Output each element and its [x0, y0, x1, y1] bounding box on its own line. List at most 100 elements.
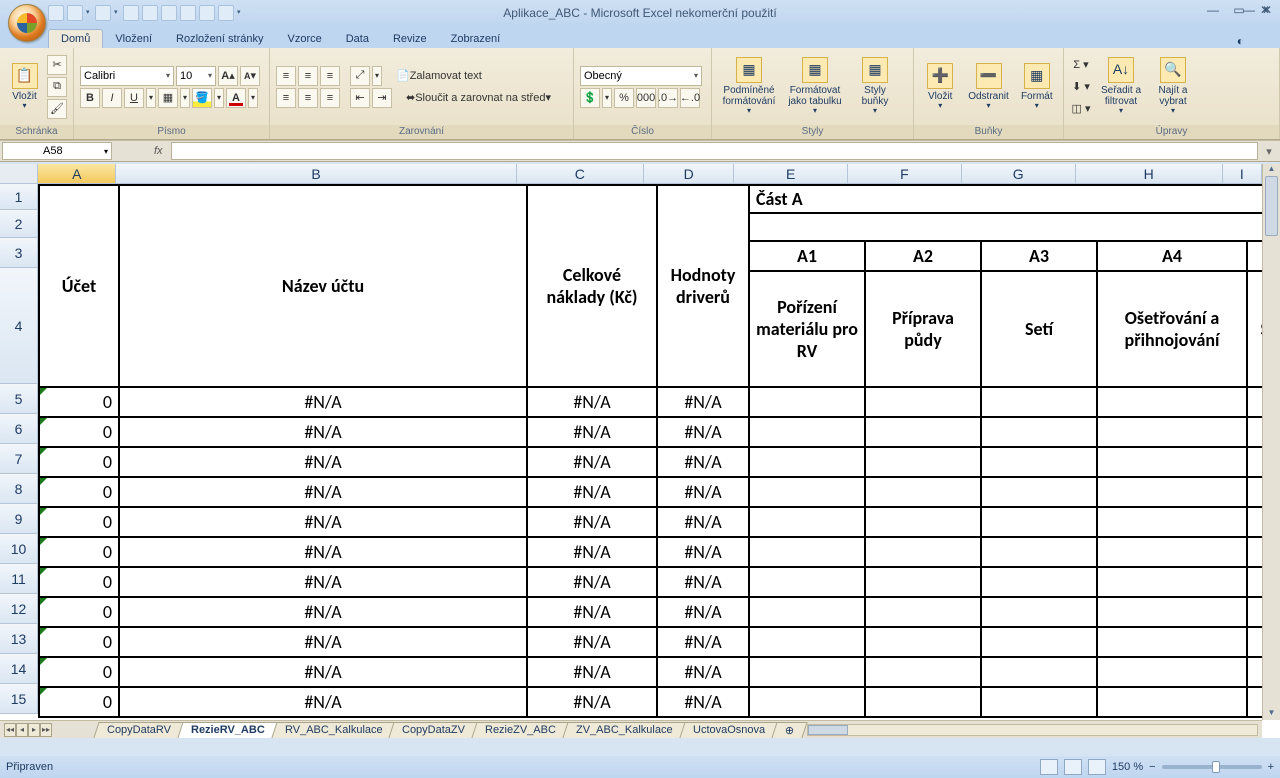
cut-icon[interactable]: ✂ [47, 55, 67, 75]
row-header-4[interactable]: 4 [0, 268, 38, 384]
cell[interactable]: Sl [1247, 271, 1262, 387]
cell[interactable] [1097, 657, 1247, 687]
column-header-A[interactable]: A [38, 164, 116, 184]
cell[interactable]: #N/A [119, 387, 527, 417]
align-center-icon[interactable]: ≡ [298, 88, 318, 108]
cell[interactable] [1247, 597, 1262, 627]
tab-vlozeni[interactable]: Vložení [103, 30, 164, 48]
row-header-1[interactable]: 1 [0, 184, 38, 210]
cell[interactable] [1097, 417, 1247, 447]
cell[interactable] [1097, 537, 1247, 567]
sheet-tab-ZV_ABC_Kalkulace[interactable]: ZV_ABC_Kalkulace [563, 722, 687, 738]
cell[interactable]: #N/A [119, 597, 527, 627]
border-drop[interactable]: ▾ [180, 88, 190, 108]
cell[interactable]: #N/A [527, 597, 657, 627]
cell[interactable] [749, 477, 865, 507]
cell[interactable] [1247, 567, 1262, 597]
cell[interactable] [981, 477, 1097, 507]
cell[interactable]: #N/A [527, 537, 657, 567]
cell[interactable]: #N/A [527, 477, 657, 507]
cell[interactable]: 0 [39, 417, 119, 447]
format-cells-button[interactable]: ▦Formát▾ [1017, 54, 1057, 120]
zoom-in-button[interactable]: + [1268, 761, 1274, 773]
cell[interactable] [1247, 507, 1262, 537]
workbook-close-button[interactable]: ✕ [1256, 2, 1278, 18]
cell[interactable]: #N/A [119, 537, 527, 567]
cell[interactable]: A3 [981, 241, 1097, 271]
cell[interactable]: #N/A [657, 447, 749, 477]
column-header-F[interactable]: F [848, 164, 962, 184]
tab-rozlozeni[interactable]: Rozložení stránky [164, 30, 275, 48]
cell[interactable]: #N/A [527, 687, 657, 717]
grow-font-icon[interactable]: A▴ [218, 66, 238, 86]
column-header-C[interactable]: C [517, 164, 645, 184]
cell[interactable]: #N/A [527, 417, 657, 447]
accounting-format-icon[interactable]: 💲 [580, 88, 600, 108]
cell[interactable] [865, 537, 981, 567]
bold-button[interactable]: B [80, 88, 100, 108]
cell[interactable] [981, 567, 1097, 597]
cell[interactable]: #N/A [119, 567, 527, 597]
cell[interactable]: Účet [39, 185, 119, 387]
sheet-tab-UctovaOsnova[interactable]: UctovaOsnova [679, 722, 778, 738]
cell[interactable] [865, 687, 981, 717]
cell[interactable] [749, 387, 865, 417]
sheet-nav-first[interactable]: ◂◂ [4, 723, 16, 737]
view-pagebreak-icon[interactable] [1088, 759, 1106, 775]
zoom-level[interactable]: 150 % [1112, 761, 1143, 773]
cell[interactable]: #N/A [119, 507, 527, 537]
sheet-tab-CopyDataZV[interactable]: CopyDataZV [389, 722, 479, 738]
cell[interactable]: Část A [749, 185, 1262, 213]
paste-button[interactable]: 📋 Vložit ▾ [6, 54, 43, 120]
row-header-15[interactable]: 15 [0, 684, 38, 714]
autosum-icon[interactable]: Σ ▾ [1070, 55, 1092, 75]
cell[interactable] [865, 597, 981, 627]
column-header-I[interactable]: I [1223, 164, 1262, 184]
tab-zobrazeni[interactable]: Zobrazení [439, 30, 513, 48]
cell[interactable]: A4 [1097, 241, 1247, 271]
cell[interactable]: #N/A [119, 417, 527, 447]
increase-decimal-icon[interactable]: .0→ [658, 88, 678, 108]
row-header-13[interactable]: 13 [0, 624, 38, 654]
cell[interactable]: #N/A [119, 657, 527, 687]
sheet-tab-CopyDataRV[interactable]: CopyDataRV [93, 722, 184, 738]
cell[interactable]: 0 [39, 387, 119, 417]
cell[interactable] [749, 447, 865, 477]
column-header-H[interactable]: H [1076, 164, 1223, 184]
delete-cells-button[interactable]: ➖Odstranit▾ [964, 54, 1012, 120]
fill-icon[interactable]: ⬇ ▾ [1070, 77, 1092, 97]
wrap-text-button[interactable]: 📄 Zalamovat text [392, 66, 486, 86]
cell[interactable] [865, 507, 981, 537]
row-header-14[interactable]: 14 [0, 654, 38, 684]
cell[interactable]: Název účtu [119, 185, 527, 387]
fill-color-drop[interactable]: ▾ [214, 88, 224, 108]
cell[interactable]: #N/A [657, 657, 749, 687]
cell[interactable] [749, 597, 865, 627]
cell[interactable]: #N/A [657, 477, 749, 507]
cell[interactable]: #N/A [527, 567, 657, 597]
align-left-icon[interactable]: ≡ [276, 88, 296, 108]
orientation-drop[interactable]: ▾ [372, 66, 382, 86]
underline-drop[interactable]: ▾ [146, 88, 156, 108]
format-painter-icon[interactable]: 🖌 [47, 99, 67, 119]
decrease-decimal-icon[interactable]: ←.0 [680, 88, 700, 108]
cell[interactable]: #N/A [657, 687, 749, 717]
cell[interactable]: 0 [39, 477, 119, 507]
zoom-out-button[interactable]: − [1149, 761, 1155, 773]
cell[interactable] [749, 657, 865, 687]
cell[interactable]: A2 [865, 241, 981, 271]
cell[interactable] [1097, 507, 1247, 537]
view-normal-icon[interactable] [1040, 759, 1058, 775]
cell[interactable] [1097, 687, 1247, 717]
h-scroll-thumb[interactable] [808, 725, 848, 735]
font-name-combo[interactable]: Calibri▾ [80, 66, 174, 86]
sheet-nav-last[interactable]: ▸▸ [40, 723, 52, 737]
copy-icon[interactable]: ⧉ [47, 77, 67, 97]
cell[interactable]: #N/A [527, 507, 657, 537]
cell[interactable]: Setí [981, 271, 1097, 387]
cell[interactable]: A1 [749, 241, 865, 271]
vertical-scrollbar[interactable]: ▲ ▼ [1262, 164, 1280, 720]
cell[interactable]: #N/A [657, 537, 749, 567]
cell[interactable] [1247, 387, 1262, 417]
comma-format-icon[interactable]: 000 [636, 88, 656, 108]
